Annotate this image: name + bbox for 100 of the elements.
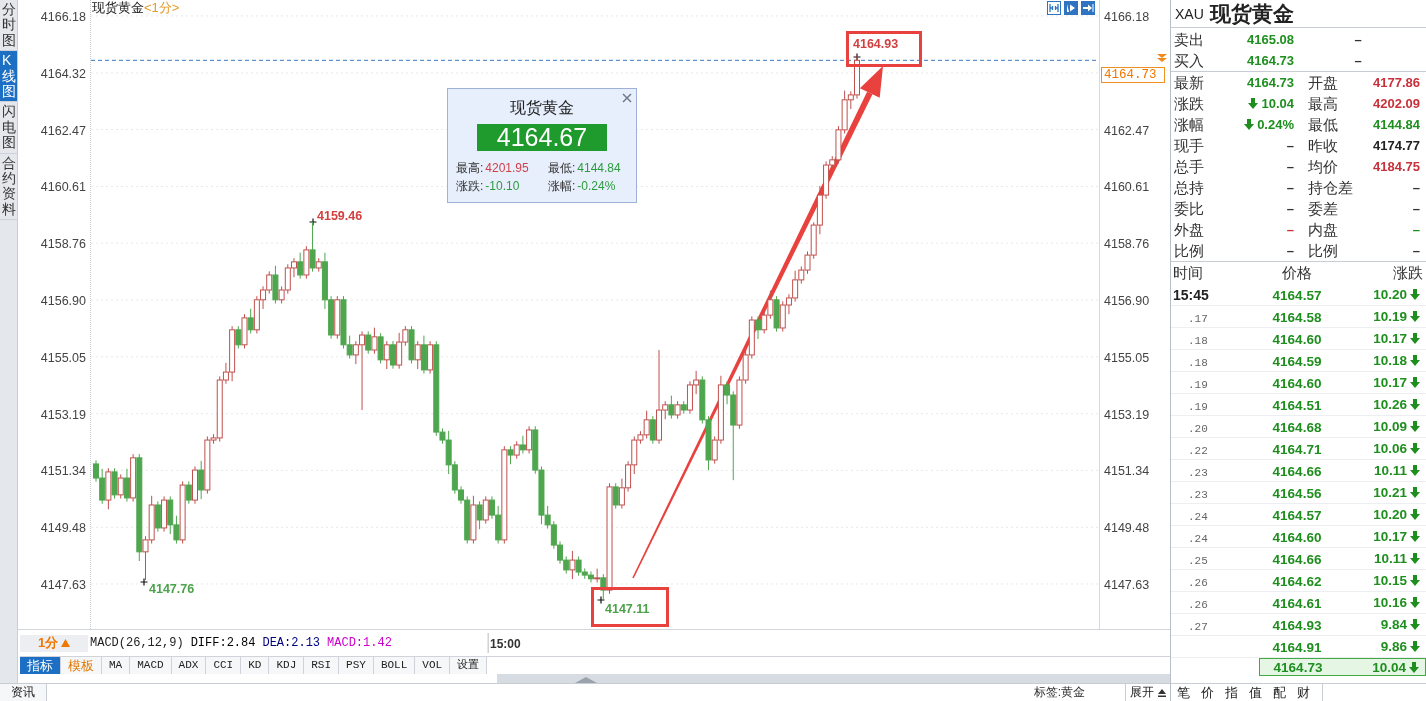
popup-title: 现货黄金 — [509, 98, 575, 118]
bars-icon[interactable] — [1047, 1, 1061, 15]
cross-marker-icon — [308, 217, 318, 227]
trade-time: .17 — [1187, 312, 1208, 325]
indicator-tab[interactable]: VOL — [415, 657, 451, 674]
view-tab[interactable]: 闪电图 — [0, 102, 17, 154]
indicator-tab[interactable]: MACD — [130, 657, 172, 674]
quote-label: 涨幅 — [1174, 115, 1204, 135]
indicator-tab[interactable]: MA — [102, 657, 131, 674]
trade-price: 4164.93 — [1272, 617, 1322, 633]
trade-time: .23 — [1187, 466, 1208, 479]
indicator-tab[interactable]: 设置 — [450, 657, 488, 674]
quote-value: – — [1412, 179, 1420, 197]
quote-label: 总持 — [1174, 178, 1204, 198]
quote-value: – — [1412, 221, 1420, 239]
panel-tab[interactable]: 财 — [1291, 684, 1315, 701]
trade-change: 10.15 — [1373, 573, 1407, 588]
chart-title: 现货黄金 — [92, 0, 144, 15]
indicator-tab[interactable]: CCI — [206, 657, 242, 674]
quote-label: 涨跌 — [1174, 94, 1204, 114]
quote-value: 4184.75 — [1373, 158, 1420, 176]
extreme-price-label: 4159.46 — [317, 209, 363, 223]
time-axis-label: 15:00 — [488, 633, 521, 653]
falling-candle — [507, 445, 514, 465]
falling-candle — [272, 265, 279, 304]
indicator-tab[interactable]: KD — [241, 657, 270, 674]
caret-up-icon — [61, 639, 71, 647]
axis-label: 4162.47 — [40, 122, 86, 140]
panel-tab[interactable]: 配 — [1267, 684, 1291, 701]
trade-change: 10.17 — [1373, 529, 1407, 544]
indicator-tab[interactable]: PSY — [339, 657, 374, 674]
falling-candle — [297, 252, 304, 280]
rising-candle — [315, 257, 322, 273]
falling-candle — [408, 325, 415, 364]
quote-value: 4165.08 — [1247, 31, 1294, 49]
panel-tab[interactable]: 价 — [1195, 684, 1219, 701]
expand-button[interactable]: 展开 — [1125, 684, 1170, 701]
falling-candle — [390, 340, 396, 370]
axis-label: 4147.63 — [40, 576, 86, 594]
trade-price: 4164.60 — [1272, 375, 1322, 391]
quote-value: – — [1286, 200, 1294, 218]
quote-value: 4164.73 — [1247, 52, 1294, 70]
view-tab[interactable]: 合约资料 — [0, 153, 17, 221]
trade-time: .25 — [1187, 554, 1208, 567]
quote-value: – — [1286, 158, 1294, 176]
stat-label: 最高: — [456, 160, 484, 177]
column-header: 时间 — [1172, 263, 1204, 283]
trade-time: .26 — [1187, 576, 1208, 589]
panel-tab[interactable]: 指标 — [20, 657, 61, 674]
axis-label: 4166.18 — [1104, 9, 1150, 26]
trade-price: 4164.61 — [1272, 595, 1322, 611]
falling-candle — [235, 325, 242, 349]
macd-value: MACD:1.42 — [327, 636, 392, 650]
quote-value: – — [1286, 137, 1294, 155]
indicator-tab[interactable]: ADX — [171, 657, 207, 674]
trade-price: 4164.60 — [1272, 331, 1322, 347]
quote-value: – — [1412, 200, 1420, 218]
trade-price: 4164.58 — [1272, 309, 1322, 325]
quote-label: 卖出 — [1174, 30, 1204, 50]
rising-candle — [303, 245, 310, 280]
quote-label: 委差 — [1308, 199, 1338, 219]
falling-candle — [755, 315, 761, 340]
stat-value: -0.24% — [577, 178, 616, 195]
falling-candle — [612, 482, 619, 510]
quote-label: 最高 — [1308, 94, 1338, 114]
play-icon[interactable] — [1064, 1, 1078, 15]
view-tab[interactable]: K线图 — [0, 51, 17, 103]
stat-label: 最低: — [548, 160, 576, 177]
trade-change: 10.11 — [1373, 463, 1407, 478]
axis-label: 4151.34 — [40, 463, 86, 481]
panel-tab[interactable]: 值 — [1243, 684, 1267, 701]
quote-value: – — [1286, 242, 1294, 260]
close-icon[interactable] — [622, 93, 632, 103]
rising-candle — [383, 340, 390, 370]
axis-label: 4158.76 — [40, 236, 86, 254]
arrow-right-icon[interactable] — [1081, 1, 1095, 15]
current-price-tag: 4164.73 — [1101, 66, 1165, 83]
axis-label: 4151.34 — [1104, 463, 1150, 481]
axis-label: 4156.90 — [1104, 293, 1150, 310]
rising-candle — [105, 467, 112, 510]
tag-label: 标签:黄金 — [1033, 684, 1085, 701]
quote-label: 总手 — [1174, 157, 1204, 177]
quote-value: 4144.84 — [1373, 116, 1420, 134]
trade-change: 10.09 — [1373, 419, 1407, 434]
quote-label: 比例 — [1308, 241, 1338, 261]
trade-price: 4164.66 — [1272, 551, 1322, 567]
rising-candle — [674, 400, 681, 420]
indicator-tab[interactable]: KDJ — [269, 657, 305, 674]
rising-candle — [334, 295, 341, 340]
rising-candle — [482, 495, 489, 525]
trade-price: 4164.57 — [1272, 507, 1322, 523]
panel-tab[interactable]: 指 — [1219, 684, 1243, 701]
quote-value: – — [1286, 221, 1294, 239]
extreme-price-label: 4147.11 — [605, 602, 650, 616]
news-tab[interactable]: 资讯 — [0, 684, 47, 701]
quote-value: 10.04 — [1261, 95, 1294, 113]
indicator-tab[interactable]: BOLL — [373, 657, 416, 674]
panel-tab[interactable]: 笔 — [1171, 684, 1195, 701]
indicator-tab[interactable]: RSI — [304, 657, 340, 674]
quote-value: 4177.86 — [1373, 74, 1420, 92]
